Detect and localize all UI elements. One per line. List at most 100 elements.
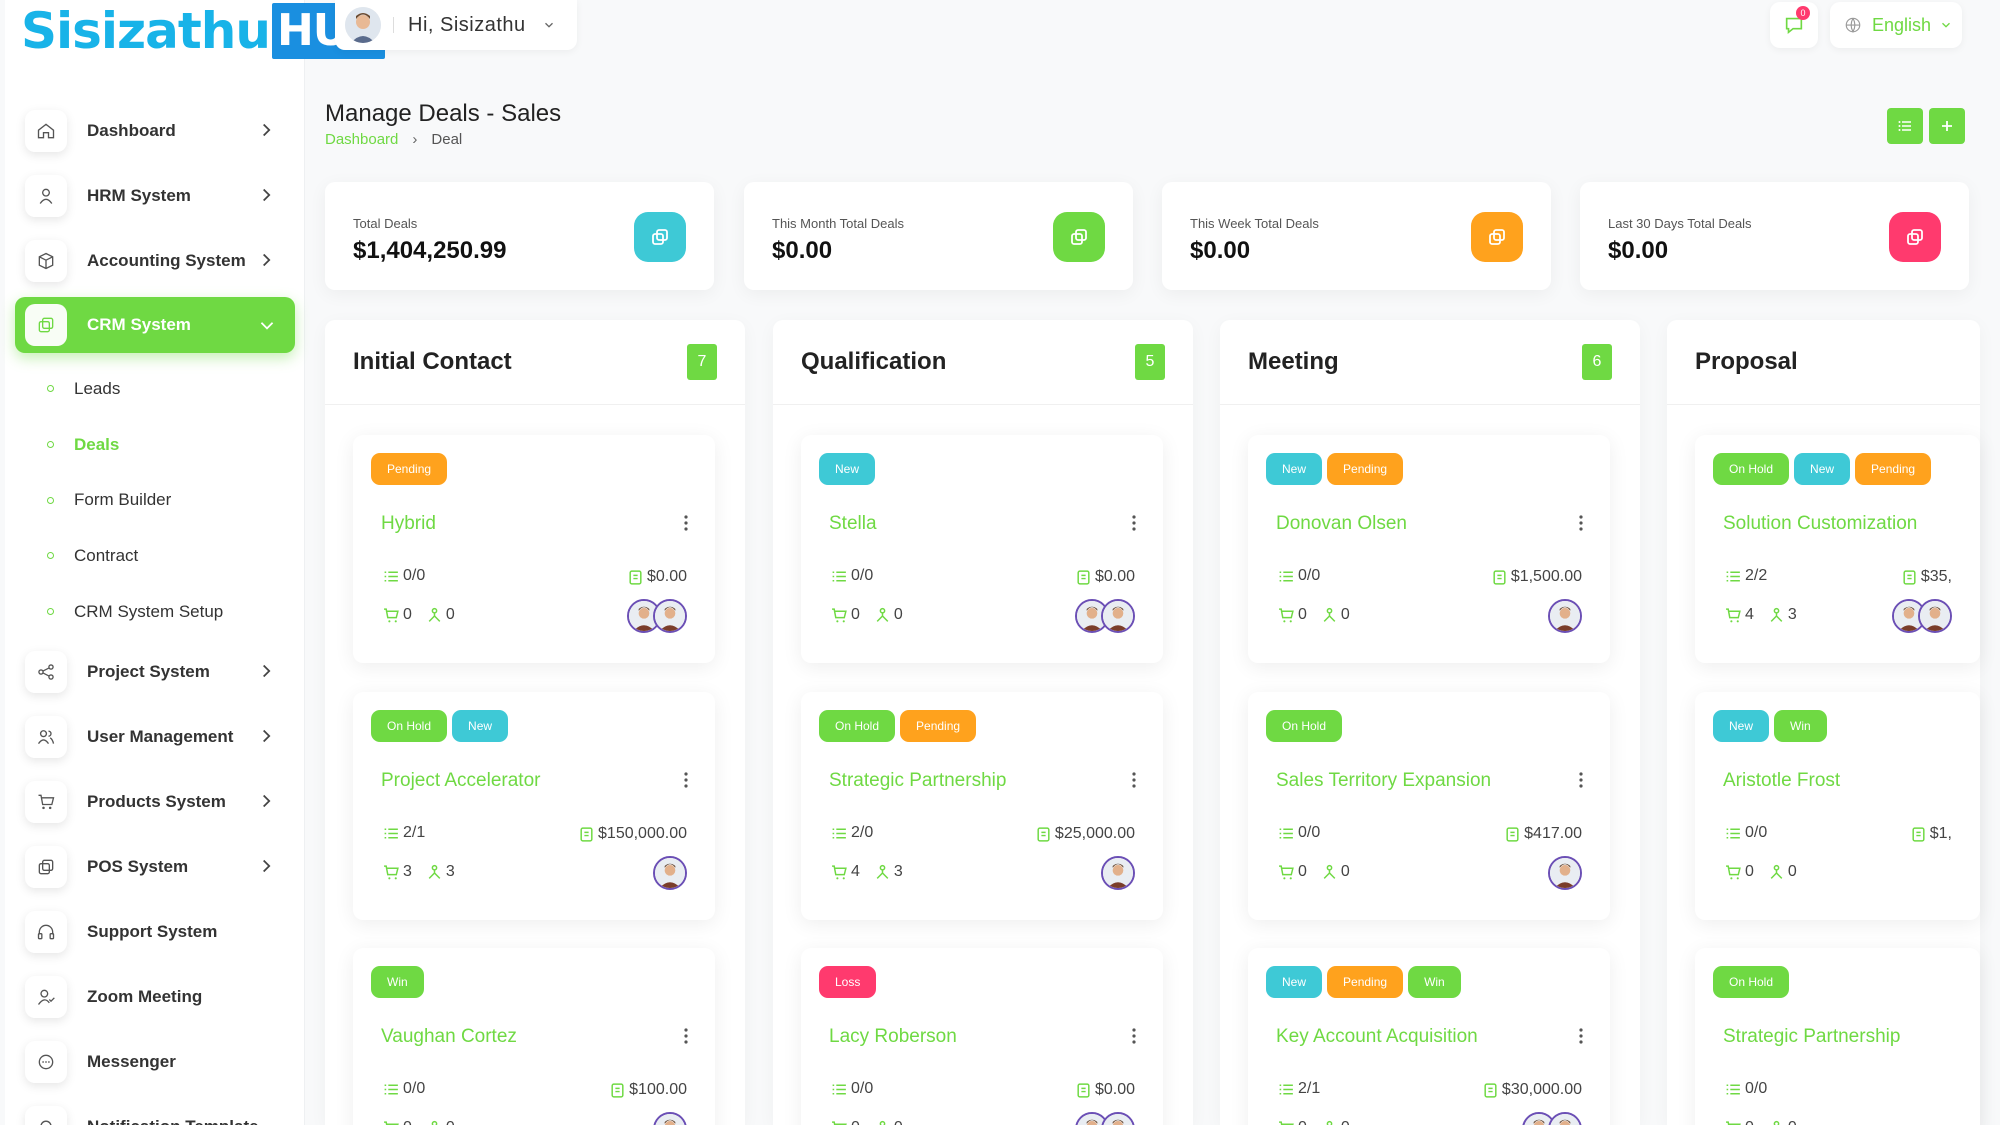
sidebar-item-support-system[interactable]: Support System	[15, 899, 295, 964]
more-vertical-icon[interactable]	[1131, 770, 1137, 790]
breadcrumb-dashboard[interactable]: Dashboard	[325, 131, 398, 148]
stat-label: Total Deals	[353, 216, 418, 231]
sidebar-item-label: POS System	[87, 856, 189, 876]
assignee-avatars	[1075, 1112, 1135, 1125]
user-menu[interactable]: Hi, Sisizathu	[335, 0, 577, 50]
sidebar-item-zoom-meeting[interactable]: Zoom Meeting	[15, 964, 295, 1029]
avatar[interactable]	[1548, 1112, 1582, 1125]
avatar[interactable]	[653, 599, 687, 633]
sidebar-subitem-crm-system-setup[interactable]: CRM System Setup	[15, 584, 295, 640]
notification-button[interactable]: 0	[1770, 2, 1818, 48]
deal-card[interactable]: New Win Aristotle Frost 0/0 $1, 0 0	[1695, 692, 1980, 920]
deal-title[interactable]: Sales Territory Expansion	[1276, 770, 1491, 792]
more-vertical-icon[interactable]	[1578, 513, 1584, 533]
pipeline-column-proposal: Proposal On Hold New Pending Solution Custom…	[1667, 320, 1980, 1125]
chevron-right-icon	[263, 123, 271, 137]
deal-title[interactable]: Solution Customization	[1723, 513, 1917, 535]
page-title: Manage Deals - Sales	[325, 100, 562, 127]
source-icon	[431, 1120, 438, 1125]
sidebar-item-accounting-system[interactable]: Accounting System	[15, 228, 295, 293]
deal-price-text: $0.00	[1094, 568, 1135, 585]
avatar[interactable]	[1101, 856, 1135, 890]
deal-title[interactable]: Strategic Partnership	[829, 770, 1006, 792]
deal-card[interactable]: Pending Hybrid 0/0 $0.00 0 0	[353, 435, 715, 663]
sidebar-subitem-leads[interactable]: Leads	[15, 361, 295, 417]
wallet-icon	[1506, 826, 1519, 842]
deal-title[interactable]: Vaughan Cortez	[381, 1026, 517, 1048]
sidebar-item-messenger[interactable]: Messenger	[15, 1029, 295, 1094]
tag-list: On Hold New	[371, 710, 513, 742]
product-count: 4	[1745, 606, 1754, 623]
avatar[interactable]	[1548, 599, 1582, 633]
deal-price: $30,000.00	[1482, 1081, 1582, 1099]
column-title: Proposal	[1695, 348, 1798, 375]
deal-title[interactable]: Project Accelerator	[381, 770, 540, 792]
sidebar-subitem-deals[interactable]: Deals	[15, 417, 295, 473]
sidebar-item-notification-template[interactable]: Notification Template	[15, 1094, 295, 1125]
deal-price-text: $1,500.00	[1510, 568, 1582, 585]
deal-price: $100.00	[609, 1081, 687, 1099]
list-icon	[832, 571, 846, 581]
avatar[interactable]	[1101, 599, 1135, 633]
deal-title[interactable]: Lacy Roberson	[829, 1026, 957, 1048]
source-icon	[879, 1120, 886, 1125]
avatar[interactable]	[1101, 1112, 1135, 1125]
add-deal-button[interactable]	[1929, 108, 1965, 144]
tag-list: Win	[371, 966, 429, 998]
sidebar-item-user-management[interactable]: User Management	[15, 704, 295, 769]
sidebar-item-products-system[interactable]: Products System	[15, 769, 295, 834]
list-view-button[interactable]	[1887, 108, 1923, 144]
deal-title[interactable]: Strategic Partnership	[1723, 1026, 1900, 1048]
deal-title[interactable]: Hybrid	[381, 513, 436, 535]
product-count: 0	[851, 1119, 860, 1125]
avatar[interactable]	[653, 856, 687, 890]
column-header: Initial Contact 7	[325, 320, 745, 405]
task-count: 2/1	[1278, 1080, 1320, 1098]
more-vertical-icon[interactable]	[683, 770, 689, 790]
sidebar-item-crm-system[interactable]: CRM System	[15, 297, 295, 353]
assignee-avatars	[1522, 1112, 1582, 1125]
avatar[interactable]	[1918, 599, 1952, 633]
more-vertical-icon[interactable]	[683, 513, 689, 533]
more-vertical-icon[interactable]	[1578, 1026, 1584, 1046]
more-vertical-icon[interactable]	[683, 1026, 689, 1046]
more-vertical-icon[interactable]	[1131, 513, 1137, 533]
task-count-text: 2/0	[851, 824, 874, 841]
deal-card[interactable]: WinVaughan Cortez0/0$100.0000	[353, 948, 715, 1125]
deal-card[interactable]: New Pending Donovan Olsen 0/0 $1,500.00 0 0	[1248, 435, 1610, 663]
avatar[interactable]	[653, 1112, 687, 1125]
deal-card[interactable]: On Hold Pending Strategic Partnership 2/0 $2…	[801, 692, 1163, 920]
deal-card[interactable]: New Pending Win Key Account Acquisition 2/1 $…	[1248, 948, 1610, 1125]
more-vertical-icon[interactable]	[1131, 1026, 1137, 1046]
avatar[interactable]	[1548, 856, 1582, 890]
deal-card[interactable]: New Stella 0/0 $0.00 0 0	[801, 435, 1163, 663]
sidebar-item-hrm-system[interactable]: HRM System	[15, 163, 295, 228]
task-count-text: 2/1	[403, 824, 426, 841]
sidebar-subitem-contract[interactable]: Contract	[15, 528, 295, 584]
deal-title[interactable]: Key Account Acquisition	[1276, 1026, 1478, 1048]
more-vertical-icon[interactable]	[1578, 770, 1584, 790]
wallet-icon	[1077, 569, 1090, 585]
bullet-icon	[47, 441, 54, 449]
app-logo[interactable]: Sisizathu HUB	[21, 2, 386, 60]
deal-card[interactable]: On Hold New Pending Solution Customization 2…	[1695, 435, 1980, 663]
sidebar-item-dashboard[interactable]: Dashboard	[15, 98, 295, 163]
stat-label: This Week Total Deals	[1190, 216, 1319, 231]
deal-price: $1,500.00	[1491, 568, 1582, 586]
list-icon	[1726, 828, 1740, 838]
deal-card[interactable]: LossLacy Roberson0/0$0.0000	[801, 948, 1163, 1125]
sidebar-subitem-form-builder[interactable]: Form Builder	[15, 472, 295, 528]
deal-card[interactable]: On Hold Sales Territory Expansion 0/0 $417.…	[1248, 692, 1610, 920]
language-selector[interactable]: English	[1830, 2, 1962, 48]
assignee-avatars	[1101, 856, 1135, 890]
deal-title[interactable]: Donovan Olsen	[1276, 513, 1407, 535]
sidebar-item-project-system[interactable]: Project System	[15, 639, 295, 704]
deal-card[interactable]: On Hold New Project Accelerator 2/1 $150,000…	[353, 692, 715, 920]
task-count: 0/0	[1725, 1080, 1767, 1098]
deal-counts: 00	[1278, 863, 1350, 881]
deal-card[interactable]: On HoldStrategic Partnership0/000	[1695, 948, 1980, 1125]
sidebar-item-pos-system[interactable]: POS System	[15, 834, 295, 899]
deal-title[interactable]: Stella	[829, 513, 877, 535]
layers-icon	[25, 845, 67, 888]
deal-title[interactable]: Aristotle Frost	[1723, 770, 1840, 792]
